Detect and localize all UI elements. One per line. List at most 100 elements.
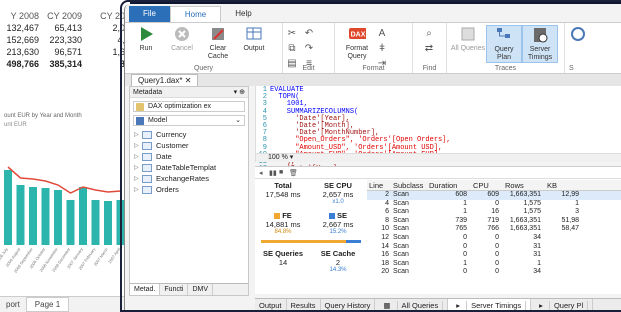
background-report: Y 2008 CY 2009 CY 20 132,467 65,413 2,0 … — [0, 0, 130, 312]
fe-cell: FE 14,881 ms 84.8% — [265, 211, 301, 235]
menu-help[interactable]: Help — [221, 6, 265, 22]
server-timings-button[interactable]: Server Timings — [522, 25, 558, 63]
tab-all-queries[interactable]: ▦ All Queries — [375, 299, 449, 312]
tab-server-timings[interactable]: ▸ Server Timings — [448, 299, 532, 312]
grid-icon: ▦ — [379, 301, 398, 310]
model-selector[interactable]: Model ⌄ — [133, 115, 245, 126]
output-button[interactable]: Output — [236, 25, 272, 53]
database-selector[interactable]: DAX optimization ex — [133, 101, 245, 112]
cut-icon[interactable]: ✂ — [286, 28, 298, 40]
metadata-header: Metadata ▾ ⊕ — [130, 87, 248, 98]
table-row[interactable]: 12 Scan 0 0 34 — [367, 234, 621, 243]
stop-icon[interactable]: ■ — [279, 169, 289, 176]
cell-cpu: 0 — [495, 259, 499, 267]
cell-subclass: Scan — [393, 225, 409, 233]
tree-item-table[interactable]: ▷ Orders — [130, 184, 248, 195]
table-row[interactable]: 14 Scan 0 0 31 — [367, 243, 621, 252]
col-kb[interactable]: KB — [541, 180, 579, 190]
chart-bar[interactable] — [54, 190, 62, 245]
report-tab[interactable]: port — [0, 300, 26, 309]
chart-bar[interactable] — [41, 188, 50, 245]
more-button[interactable] — [568, 25, 588, 45]
play-icon — [137, 25, 155, 43]
cell-rows: 1,663,351 — [509, 225, 541, 233]
table-row[interactable]: 16 Scan 0 0 31 — [367, 251, 621, 260]
query-document-tab[interactable]: Query1.dax* ✕ — [131, 74, 199, 86]
se-queries-cell: SE Queries 14 — [262, 249, 304, 267]
table-row[interactable]: 20 Scan 0 0 34 — [367, 268, 621, 277]
table-icon — [142, 185, 152, 194]
tree-item-table[interactable]: ▷ DateTableTemplat — [130, 162, 248, 173]
metadata-tree: ▷ Currency ▷ Customer ▷ Date ▷ DateTableTemp… — [130, 129, 248, 195]
matrix-col-header: Y 2008 — [10, 11, 39, 21]
col-subclass[interactable]: Subclass — [393, 180, 423, 190]
scroll-icon[interactable]: ◂ — [259, 169, 269, 177]
cell-kb: 58,47 — [561, 225, 579, 233]
close-tab-icon[interactable]: ✕ — [185, 76, 192, 85]
tree-item-table[interactable]: ▷ Customer — [130, 140, 248, 151]
col-cpu[interactable]: CPU — [467, 180, 499, 190]
chart-bar[interactable] — [16, 185, 25, 245]
menu-file[interactable]: File — [129, 6, 170, 22]
copy-icon[interactable]: ⧉ — [286, 43, 298, 55]
col-rows[interactable]: Rows — [499, 180, 541, 190]
cell-line: 4 — [385, 199, 389, 207]
tree-item-table[interactable]: ▷ Date — [130, 151, 248, 162]
cancel-button[interactable]: Cancel — [164, 25, 200, 53]
query-plan-button[interactable]: Query Plan — [486, 25, 522, 63]
chart-bar[interactable] — [66, 200, 75, 245]
tab-output[interactable]: Output — [255, 299, 287, 312]
se-legend-swatch — [328, 213, 335, 220]
server-timings-panel: ◂ ▮▮ ■ 🗑 Total 17,548 ms SE CPU 2,657 ms… — [255, 166, 621, 294]
tree-item-table[interactable]: ▷ Currency — [130, 129, 248, 140]
text-case-icon[interactable]: ǂ — [376, 43, 388, 55]
table-row[interactable]: 4 Scan 1 0 1,575 1 — [367, 200, 621, 209]
cell-rows: 31 — [533, 251, 541, 259]
table-row[interactable]: 8 Scan 739 719 1,663,351 51,98 — [367, 217, 621, 226]
clear-icon[interactable]: 🗑 — [289, 169, 299, 177]
pin-icon[interactable]: ▾ ⊕ — [234, 87, 245, 97]
tab-metadata[interactable]: Metad. — [130, 284, 161, 295]
cell-cpu: 0 — [495, 251, 499, 259]
chart-bar[interactable] — [91, 200, 100, 245]
cell-kb — [541, 260, 579, 269]
tab-dmv[interactable]: DMV — [188, 284, 214, 295]
pause-icon[interactable]: ▮▮ — [269, 169, 279, 177]
col-duration[interactable]: Duration — [423, 180, 467, 190]
report-tab-page1[interactable]: Page 1 — [25, 297, 70, 312]
tree-item-table[interactable]: ▷ ExchangeRates — [130, 173, 248, 184]
tab-query-plan[interactable]: ▸ Query Pl — [531, 299, 594, 312]
chart-bar[interactable] — [29, 187, 37, 245]
matrix-row: 152,669 223,330 4, — [0, 34, 130, 46]
chart-bar[interactable] — [4, 170, 12, 245]
replace-icon[interactable]: ⇄ — [423, 43, 435, 55]
cell-duration: 765 — [455, 225, 467, 233]
table-row[interactable]: 2 Scan 608 609 1,663,351 12,99 — [367, 191, 621, 200]
tab-results[interactable]: Results — [287, 299, 321, 312]
run-button[interactable]: Run — [128, 25, 164, 53]
all-queries-icon — [459, 25, 477, 43]
redo-icon[interactable]: ↷ — [303, 43, 315, 55]
fe-legend-swatch — [274, 213, 281, 220]
chart-title: ount EUR by Year and Month — [4, 113, 82, 119]
clear-cache-button[interactable]: Clear Cache — [200, 25, 236, 61]
query-editor[interactable]: 1 EVALUATE 2 TOPN(3 1001, 4 SUMMARIZECOLUMN… — [255, 86, 621, 173]
menu-home[interactable]: Home — [169, 6, 222, 22]
all-queries-button[interactable]: All Queries — [450, 25, 486, 53]
document-tab-strip: Query1.dax* ✕ — [125, 74, 621, 86]
undo-icon[interactable]: ↶ — [303, 28, 315, 40]
output-grid-icon — [245, 25, 263, 43]
clear-cache-icon — [209, 25, 227, 43]
tab-functions[interactable]: Functi — [160, 284, 189, 295]
table-row[interactable]: 10 Scan 765 766 1,663,351 58,47 — [367, 225, 621, 234]
col-line[interactable]: Line — [367, 180, 393, 190]
font-size-icon[interactable]: A — [376, 28, 388, 40]
chart-bar[interactable] — [104, 201, 112, 245]
tab-query-history[interactable]: Query History — [321, 299, 376, 312]
format-query-button[interactable]: DAX Format Query — [338, 25, 376, 61]
chart-bar[interactable] — [79, 187, 87, 245]
table-row[interactable]: 6 Scan 1 16 1,575 3 — [367, 208, 621, 217]
find-icon[interactable]: ⌕ — [423, 28, 435, 40]
zoom-level[interactable]: 100 % ▾ — [256, 153, 621, 162]
table-row[interactable]: 18 Scan 1 0 1 — [367, 260, 621, 269]
